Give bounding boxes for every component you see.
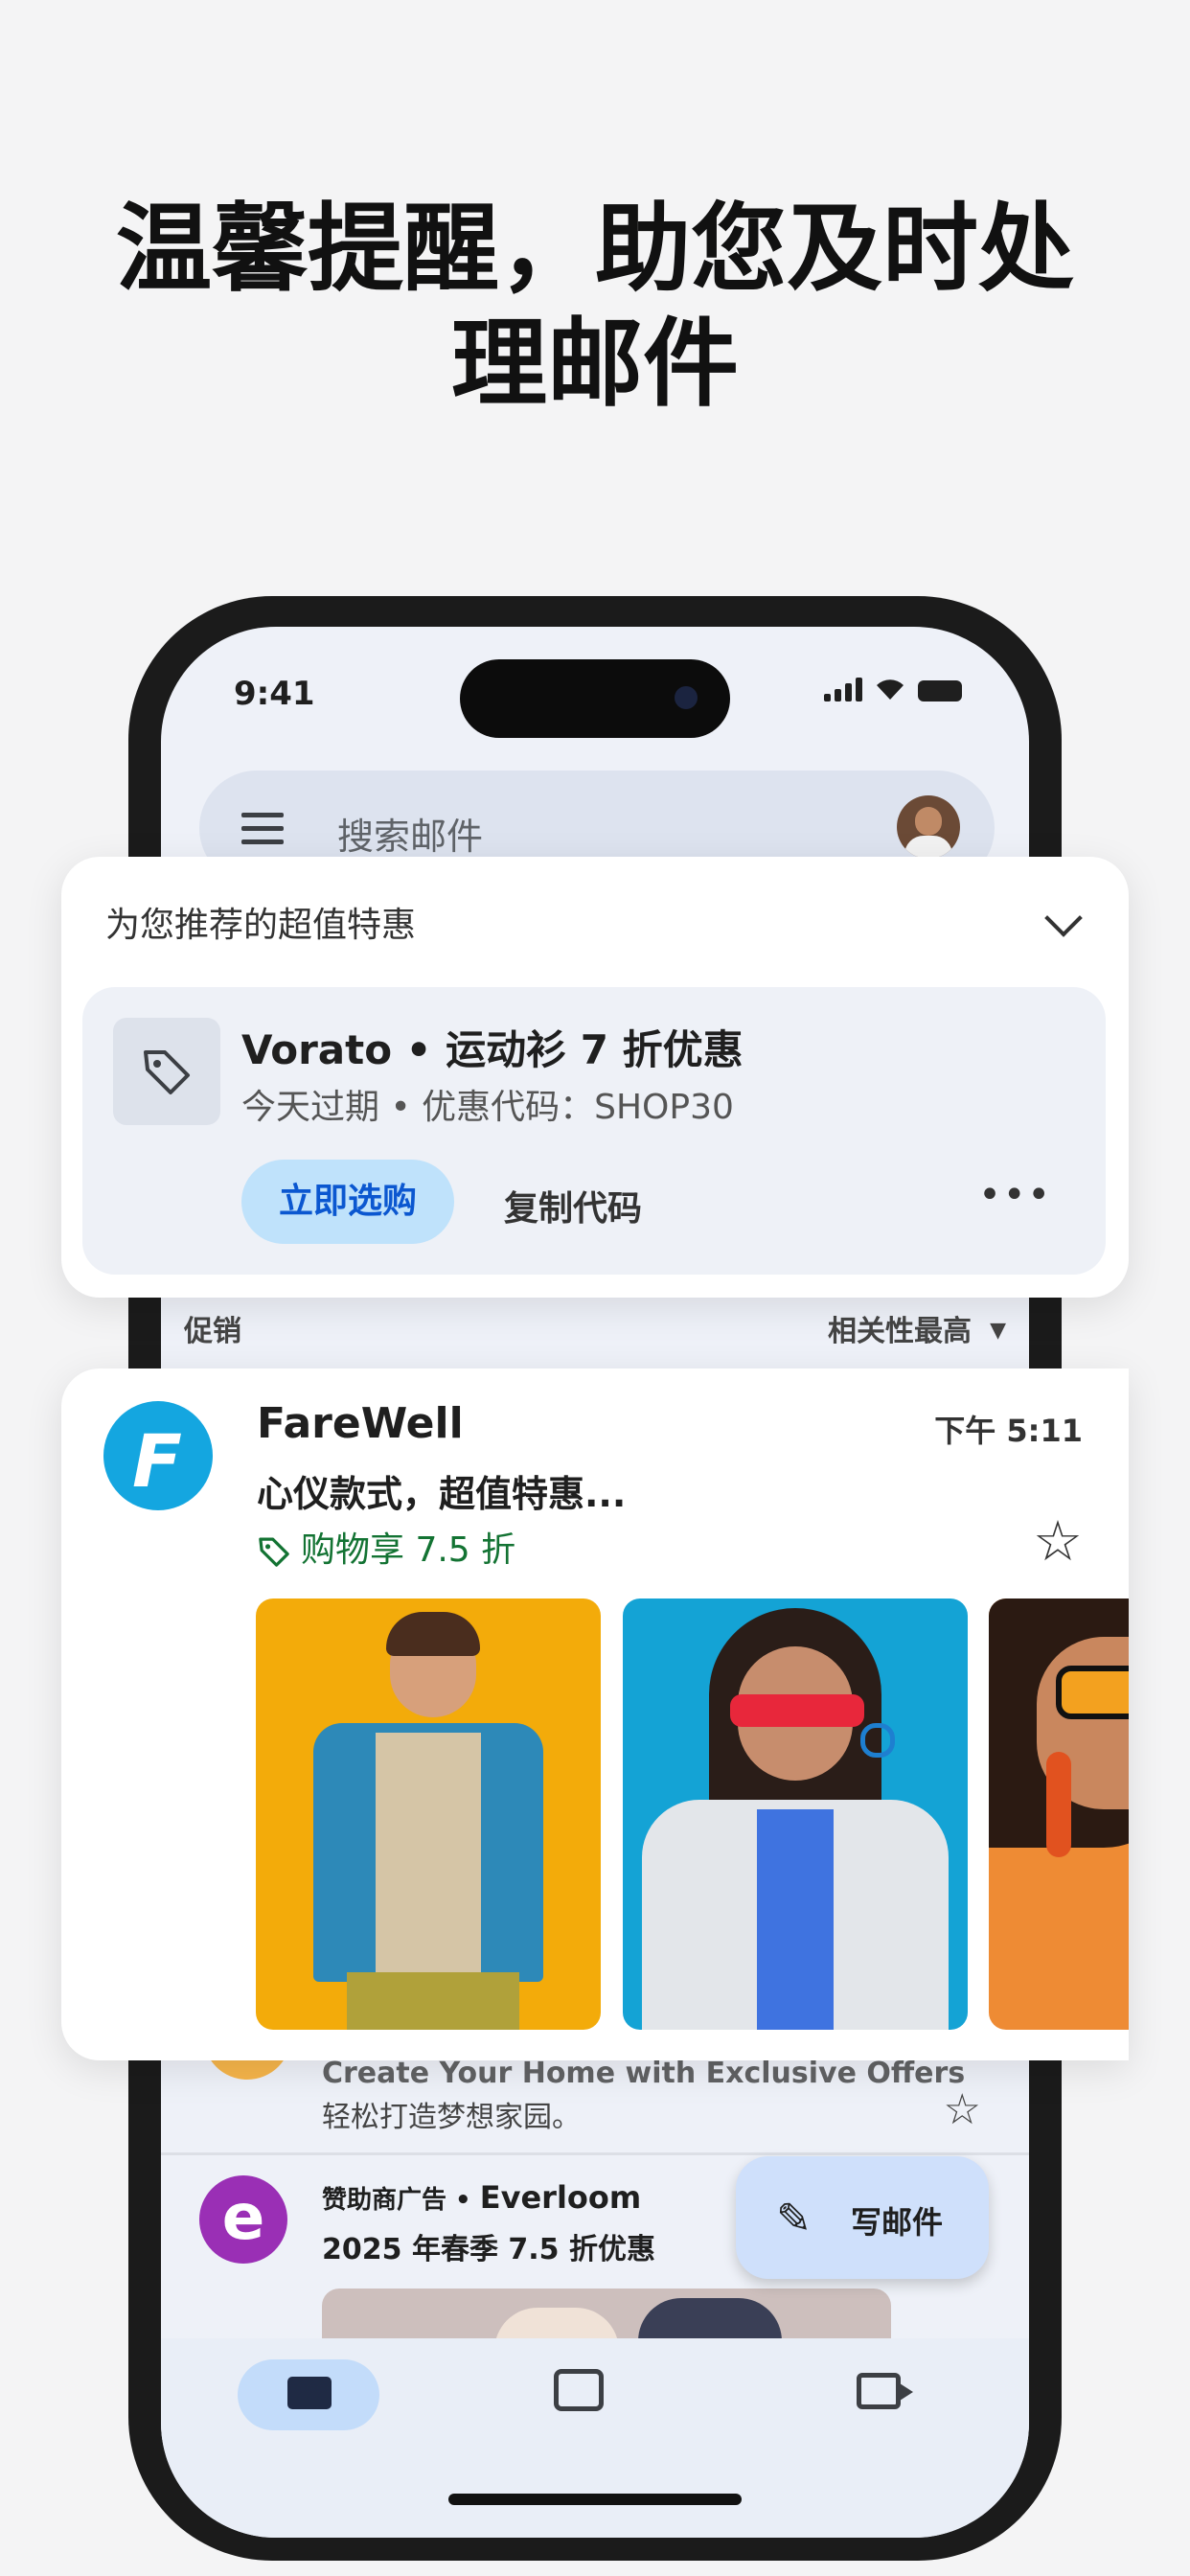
logo-letter: F <box>132 1418 182 1504</box>
product-image[interactable] <box>623 1598 968 2030</box>
product-image[interactable] <box>989 1598 1129 2030</box>
video-icon[interactable] <box>857 2373 913 2409</box>
email-sender: FareWell <box>257 1399 464 1448</box>
chat-icon[interactable] <box>554 2369 604 2411</box>
sponsored-sender[interactable]: 赞助商广告 • Everloom <box>322 2179 641 2216</box>
headline-line-2: 理邮件 <box>451 308 739 420</box>
nav-mail[interactable] <box>238 2359 379 2430</box>
copy-code-button[interactable]: 复制代码 <box>504 1181 642 1230</box>
sponsor-name: Everloom <box>479 2179 642 2216</box>
mail-icon <box>287 2377 332 2409</box>
shop-now-button[interactable]: 立即选购 <box>241 1160 454 1244</box>
email-card[interactable]: F FareWell 下午 5:11 心仪款式，超值特惠... 购物享 7.5 … <box>61 1368 1129 2060</box>
signal-icon <box>824 677 862 702</box>
tag-icon <box>113 1018 220 1125</box>
avatar[interactable] <box>897 795 960 859</box>
chevron-down-icon[interactable] <box>1044 899 1083 937</box>
dynamic-island <box>460 659 730 738</box>
sponsored-subject: 2025 年春季 7.5 折优惠 <box>322 2233 655 2266</box>
email-time: 下午 5:11 <box>934 1413 1083 1449</box>
compose-button[interactable]: ✎ 写邮件 <box>736 2156 989 2279</box>
product-image[interactable] <box>256 1598 601 2030</box>
promo-card: 为您推荐的超值特惠 Vorato • 运动衫 7 折优惠 今天过期 • 优惠代码… <box>61 857 1129 1298</box>
bottom-nav <box>161 2338 1029 2538</box>
promo-title: 为您推荐的超值特惠 <box>105 906 417 945</box>
menu-icon[interactable] <box>241 813 284 853</box>
battery-icon <box>918 680 962 702</box>
everloom-logo: e <box>199 2175 287 2264</box>
email-subject: 心仪款式，超值特惠... <box>257 1473 627 1515</box>
deal-item[interactable]: Vorato • 运动衫 7 折优惠 今天过期 • 优惠代码：SHOP30 立即… <box>82 987 1106 1275</box>
status-time: 9:41 <box>234 675 315 713</box>
sort-dropdown[interactable]: 相关性最高 <box>828 1307 972 1349</box>
email-subject: Create Your Home with Exclusive Offers <box>322 2057 966 2090</box>
deal-subtitle: 今天过期 • 优惠代码：SHOP30 <box>241 1088 734 1127</box>
search-input[interactable]: 搜索邮件 <box>337 807 483 860</box>
compose-label: 写邮件 <box>851 2204 944 2241</box>
tag-icon <box>259 1537 289 1567</box>
email-snippet: 轻松打造梦想家园。 <box>322 2101 581 2134</box>
divider <box>161 2152 1029 2155</box>
star-icon[interactable]: ☆ <box>1033 1508 1083 1574</box>
status-icons <box>824 677 962 702</box>
home-indicator <box>448 2494 742 2505</box>
discount-tag: 购物享 7.5 折 <box>257 1522 515 1572</box>
tag-label: 购物享 7.5 折 <box>301 1530 516 1570</box>
star-icon[interactable]: ☆ <box>944 2085 981 2134</box>
headline: 温馨提醒，助您及时处 理邮件 <box>0 192 1190 422</box>
more-horizontal-icon[interactable]: ••• <box>978 1173 1052 1217</box>
deal-name: Vorato • 运动衫 7 折优惠 <box>241 1026 744 1073</box>
headline-line-1: 温馨提醒，助您及时处 <box>116 193 1074 305</box>
section-label: 促销 <box>184 1315 241 1348</box>
camera-icon <box>675 686 698 709</box>
caret-down-icon[interactable]: ▼ <box>990 1319 1006 1343</box>
wifi-icon <box>877 679 904 700</box>
pencil-icon: ✎ <box>776 2195 812 2243</box>
farewell-logo: F <box>103 1401 213 1510</box>
ad-label: 赞助商广告 • <box>322 2186 480 2215</box>
